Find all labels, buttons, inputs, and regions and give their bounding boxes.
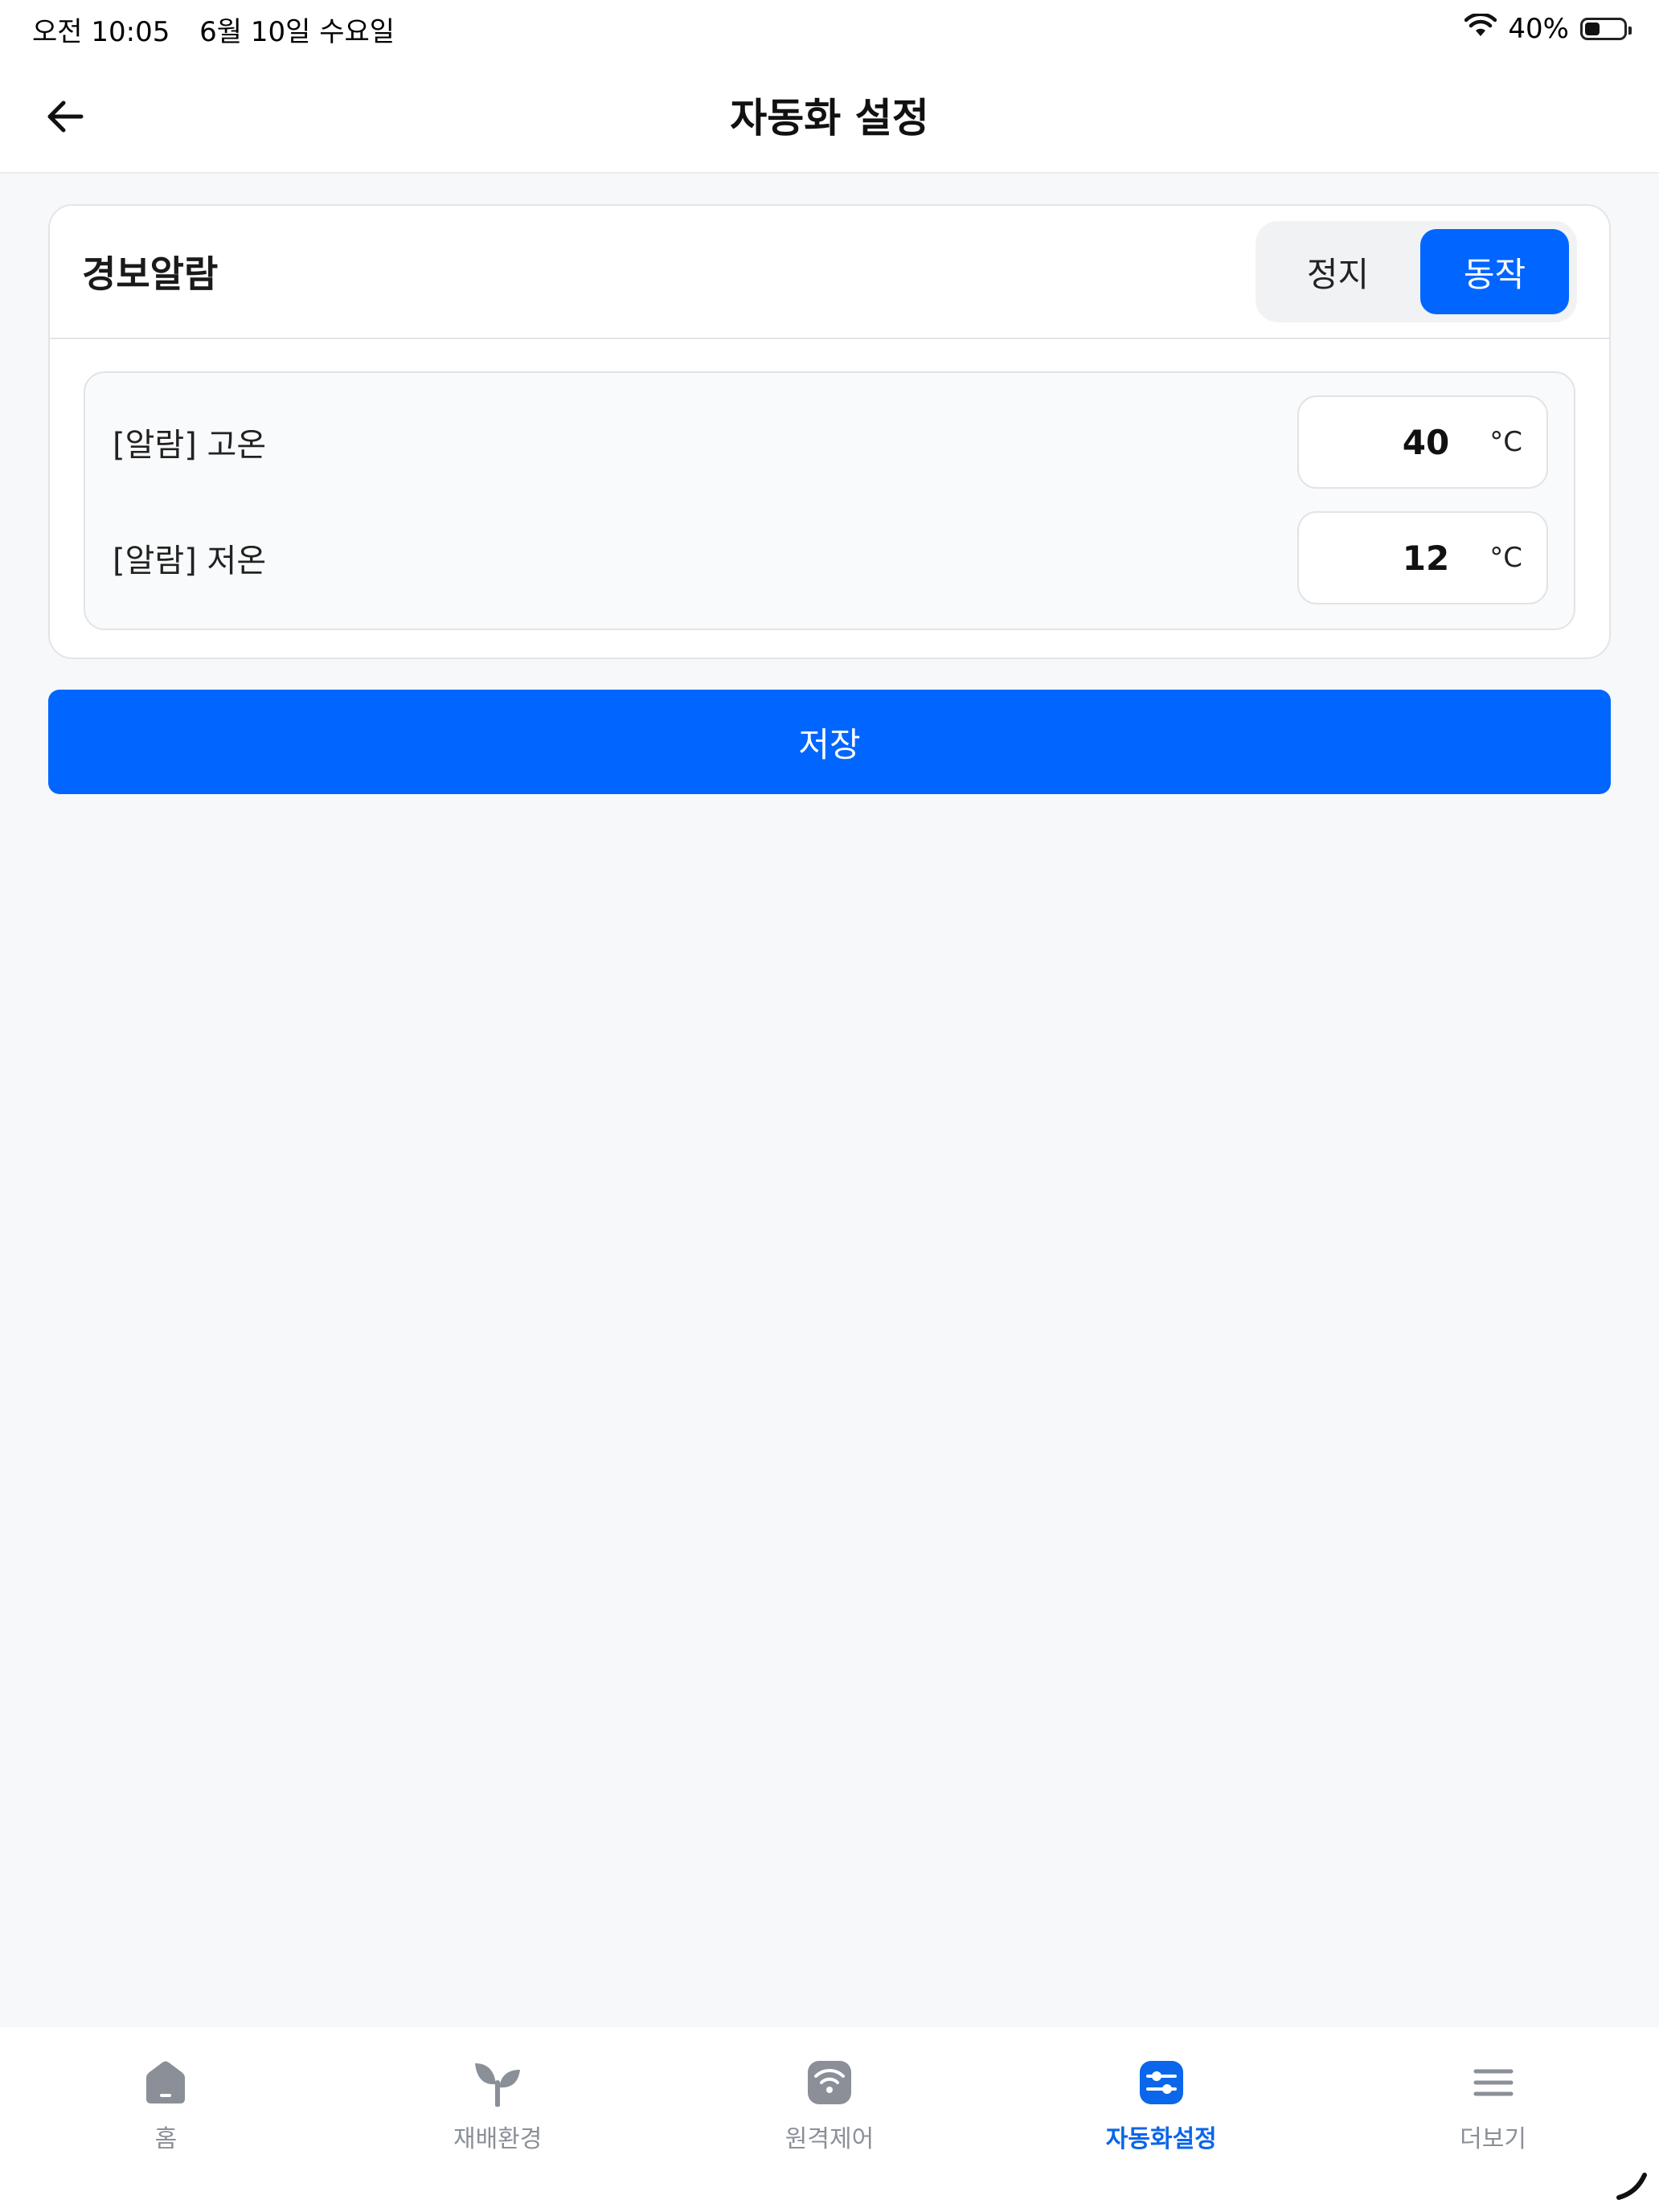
toggle-stop-button[interactable]: 정지 — [1264, 229, 1412, 314]
low-temp-field: °C — [1297, 511, 1548, 604]
status-time: 오전 10:05 — [32, 15, 170, 48]
high-temp-input[interactable] — [1329, 422, 1450, 462]
save-button[interactable]: 저장 — [48, 690, 1611, 794]
sprout-icon — [473, 2058, 522, 2108]
alarm-card-title: 경보알람 — [82, 252, 219, 296]
alarm-label-low-temp: [알람] 저온 — [113, 543, 267, 580]
corner-indicator — [1612, 2164, 1653, 2204]
high-temp-field: °C — [1297, 395, 1548, 489]
sliders-icon — [1137, 2058, 1186, 2108]
wifi-status-icon — [1464, 12, 1497, 45]
status-bar: 오전 10:05 6월 10일 수요일 40% — [0, 0, 1659, 58]
back-button[interactable] — [39, 90, 92, 143]
tab-remote-control[interactable]: 원격제어 — [664, 2027, 996, 2212]
low-temp-input[interactable] — [1329, 538, 1450, 578]
page-title: 자동화 설정 — [730, 95, 929, 141]
tab-home-label: 홈 — [154, 2125, 178, 2153]
battery-cap — [1628, 27, 1632, 35]
page-header: 자동화 설정 — [0, 58, 1659, 174]
status-left: 오전 10:05 6월 10일 수요일 — [32, 10, 416, 49]
alarm-toggle: 정지 동작 — [1256, 221, 1577, 322]
battery-icon — [1580, 18, 1632, 40]
tab-cultivation[interactable]: 재배환경 — [332, 2027, 664, 2212]
wifi-icon — [805, 2058, 854, 2108]
alarm-label-high-temp: [알람] 고온 — [113, 427, 267, 464]
high-temp-unit: °C — [1489, 426, 1522, 458]
home-icon — [141, 2058, 190, 2108]
tab-cultivation-label: 재배환경 — [453, 2125, 543, 2153]
battery-level — [1585, 23, 1600, 35]
alarm-settings-box: [알람] 고온 °C [알람] 저온 °C — [84, 371, 1575, 630]
tab-more-label: 더보기 — [1460, 2125, 1526, 2153]
arrow-left-icon — [47, 100, 84, 133]
alarm-card-header: 경보알람 정지 동작 — [50, 206, 1609, 339]
tab-remote-control-label: 원격제어 — [784, 2125, 875, 2153]
tab-automation[interactable]: 자동화설정 — [995, 2027, 1327, 2212]
alarm-card: 경보알람 정지 동작 [알람] 고온 °C [알람] 저온 °C — [48, 204, 1611, 659]
alarm-row-high-temp: [알람] 고온 °C — [111, 395, 1548, 489]
tab-automation-label: 자동화설정 — [1105, 2125, 1217, 2153]
status-right: 40% — [1464, 12, 1632, 45]
battery-percent: 40% — [1508, 13, 1569, 45]
tab-home[interactable]: 홈 — [0, 2027, 332, 2212]
low-temp-unit: °C — [1489, 542, 1522, 574]
menu-icon — [1469, 2058, 1518, 2108]
toggle-run-button[interactable]: 동작 — [1420, 229, 1569, 314]
tab-more[interactable]: 더보기 — [1327, 2027, 1659, 2212]
alarm-row-low-temp: [알람] 저온 °C — [111, 511, 1548, 604]
status-date: 6월 10일 수요일 — [199, 15, 395, 48]
bottom-tab-bar: 홈 재배환경 원격제어 자동화설정 더보기 — [0, 2027, 1659, 2212]
